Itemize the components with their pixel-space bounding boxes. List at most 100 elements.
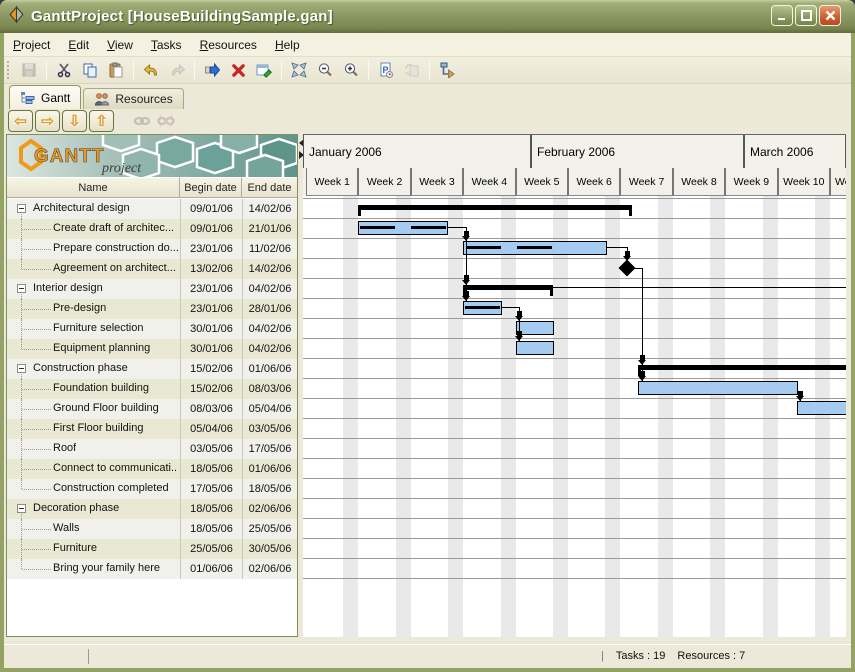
move-task-down-button[interactable]: ⇩ [62,110,87,132]
task-name: Construction completed [53,482,169,494]
tasks-count: Tasks : 19 [616,650,666,662]
collapse-icon[interactable] [17,204,26,213]
unlink-tasks-button[interactable] [154,110,178,132]
table-row[interactable]: Construction completed17/05/0618/05/06 [7,479,297,499]
copy-button[interactable] [77,58,103,82]
column-header-begin-date[interactable]: Begin date [180,177,242,198]
task-end-date: 17/05/06 [242,439,297,459]
table-row[interactable]: Equipment planning30/01/0604/02/06 [7,339,297,359]
table-row[interactable]: Foundation building15/02/0608/03/06 [7,379,297,399]
tab-label: Gantt [41,91,70,105]
task-properties-icon [256,62,272,78]
zoom-in-button[interactable] [338,58,364,82]
close-button[interactable] [819,5,841,26]
table-row[interactable]: Walls18/05/0625/05/06 [7,519,297,539]
zoom-fit-button[interactable] [286,58,312,82]
row-gridline [303,438,846,439]
row-gridline [303,538,846,539]
summary-task-bar[interactable] [463,285,553,290]
task-properties-button[interactable] [251,58,277,82]
table-row[interactable]: Architectural design09/01/0614/02/06 [7,199,297,219]
title-bar[interactable]: GanttProject [HouseBuildingSample.gan] [0,0,855,33]
task-end-date: 28/01/06 [242,299,297,319]
table-row[interactable]: Interior design23/01/0604/02/06 [7,279,297,299]
milestone-diamond[interactable] [619,260,636,277]
table-row[interactable]: First Floor building05/04/0603/05/06 [7,419,297,439]
summary-task-bar[interactable] [358,205,632,210]
menu-view[interactable]: View [98,35,142,55]
cut-button[interactable] [51,58,77,82]
menu-edit[interactable]: Edit [59,35,98,55]
task-begin-date: 25/05/06 [180,539,242,559]
undo-button[interactable] [138,58,164,82]
move-task-up-button[interactable]: ⇧ [89,110,114,132]
tab-label: Resources [115,92,172,106]
column-header-end-date[interactable]: End date [242,177,297,198]
tab-resources[interactable]: Resources [83,88,183,109]
scroll-left-button[interactable]: ⇦ [8,110,33,132]
menu-resources[interactable]: Resources [191,35,266,55]
gantt-toolbar: ⇦⇨⇩⇧ [4,109,851,133]
table-row[interactable]: Prepare construction do...23/01/0611/02/… [7,239,297,259]
summary-task-bar[interactable] [638,365,846,370]
table-row[interactable]: Roof03/05/0617/05/06 [7,439,297,459]
column-header-name[interactable]: Name [7,177,180,198]
paste-button[interactable] [103,58,129,82]
table-row[interactable]: Furniture selection30/01/0604/02/06 [7,319,297,339]
table-row[interactable]: Pre-design23/01/0628/01/06 [7,299,297,319]
collapse-icon[interactable] [17,504,26,513]
critical-path-button[interactable]: P [373,58,399,82]
task-end-date: 05/04/06 [242,399,297,419]
menu-help[interactable]: Help [266,35,309,55]
toolbar-separator [133,60,134,80]
link-tasks-button[interactable] [130,110,154,132]
redo-button[interactable] [164,58,190,82]
cut-icon [56,62,72,78]
gantt-chart-icon [20,91,36,105]
dependency-arrow [515,316,523,321]
table-row[interactable]: Decoration phase18/05/0602/06/06 [7,499,297,519]
minimize-button[interactable] [771,5,793,26]
save-button[interactable] [16,58,42,82]
task-end-date: 21/01/06 [242,219,297,239]
statusbar-separator [88,649,89,664]
table-row[interactable]: Create draft of architec...09/01/0621/01… [7,219,297,239]
collapse-icon[interactable] [17,284,26,293]
task-begin-date: 09/01/06 [180,199,242,219]
task-table-panel: GANTT project Name Begin date End date A… [6,134,298,637]
dependency-arrow [462,280,470,285]
table-row[interactable]: Furniture25/05/0630/05/06 [7,539,297,559]
table-row[interactable]: Bring your family here01/06/0602/06/06 [7,559,297,579]
menu-project[interactable]: Project [4,35,59,55]
table-row[interactable]: Construction phase15/02/0601/06/06 [7,359,297,379]
toolbar-grip[interactable] [7,61,13,79]
new-task-button[interactable] [199,58,225,82]
task-hierarchy-button[interactable] [434,58,460,82]
task-end-date: 18/05/06 [242,479,297,499]
zoom-out-button[interactable] [312,58,338,82]
table-row[interactable]: Connect to communicati...18/05/0601/06/0… [7,459,297,479]
recalculate-button[interactable] [399,58,425,82]
scroll-right-button[interactable]: ⇨ [35,110,60,132]
table-row[interactable]: Agreement on architect...13/02/0614/02/0… [7,259,297,279]
delete-task-button[interactable] [225,58,251,82]
task-begin-date: 15/02/06 [180,379,242,399]
weekend-stripe [501,196,516,637]
delete-task-icon [231,63,246,78]
menu-tasks[interactable]: Tasks [142,35,191,55]
maximize-button[interactable] [795,5,817,26]
task-begin-date: 30/01/06 [180,319,242,339]
toolbar-separator [194,60,195,80]
task-bar[interactable] [638,381,798,395]
weekend-stripe [396,196,411,637]
row-gridline [303,358,846,359]
tab-gantt[interactable]: Gantt [9,85,81,109]
task-bar[interactable] [516,341,554,355]
table-row[interactable]: Ground Floor building08/03/0605/04/06 [7,399,297,419]
week-cell: Week 9 [725,168,777,196]
dependency-arrow [796,396,804,401]
task-begin-date: 01/06/06 [180,559,242,579]
task-name: Furniture selection [53,322,144,334]
task-bar[interactable] [797,401,846,415]
collapse-icon[interactable] [17,364,26,373]
